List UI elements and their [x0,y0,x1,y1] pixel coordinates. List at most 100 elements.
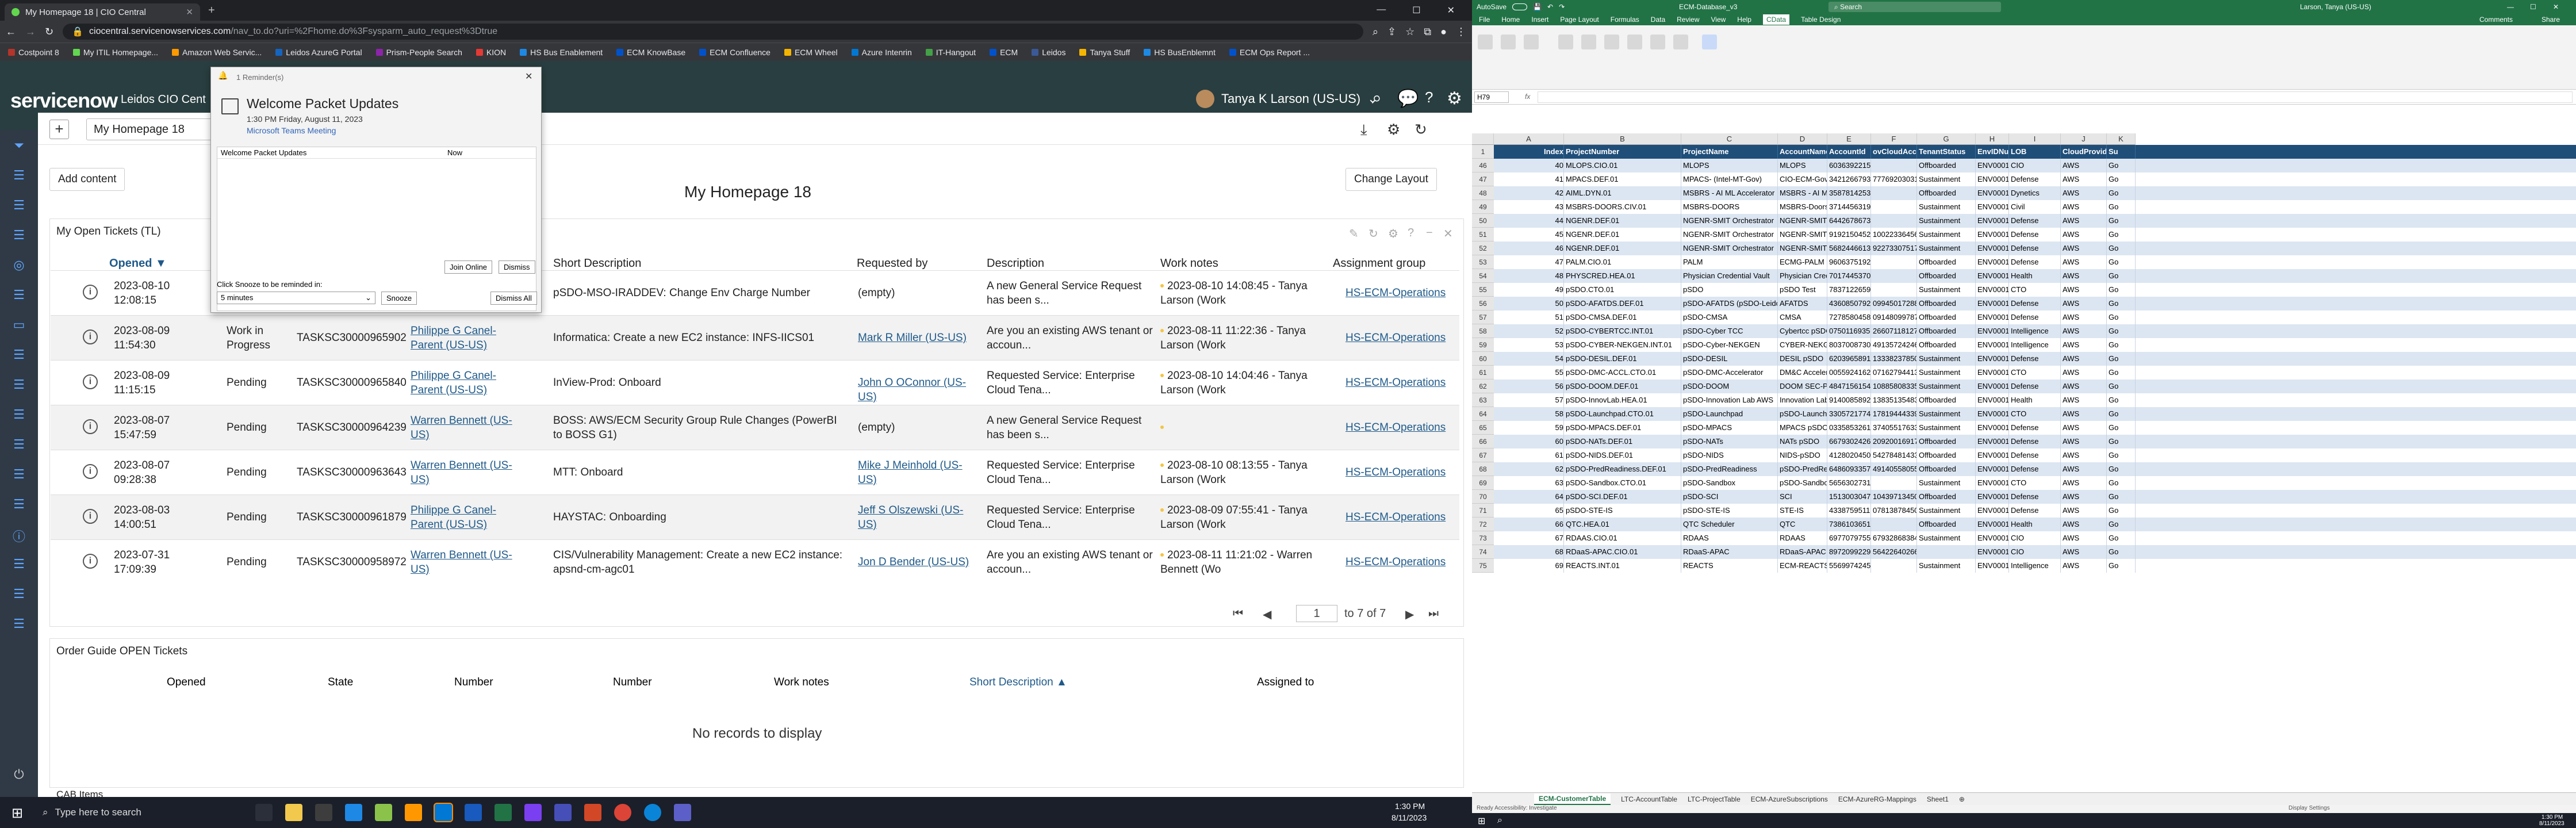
revert-rows-icon[interactable] [1673,34,1688,49]
cell[interactable]: 644267867304 [1827,214,1871,228]
cell[interactable]: 738610365116 [1827,518,1871,531]
cell[interactable]: ovCloudAccou [1871,145,1917,159]
cell[interactable]: ENV0001399 [1976,241,2009,255]
bookmark-item[interactable]: Prism-People Search [375,48,462,57]
file-explorer-icon[interactable] [285,804,302,821]
cell[interactable]: 371445631945 [1827,200,1871,214]
cell[interactable]: 783712265900 [1827,283,1871,297]
cell[interactable]: 56 [1494,379,1564,393]
row-number[interactable]: 68 [1472,462,1494,476]
cell[interactable]: ENV0001436 [1976,255,2009,269]
column-header-work-notes[interactable]: Work notes [774,676,829,689]
cell[interactable]: Civil [2009,200,2061,214]
cell[interactable]: 68 [1494,545,1564,559]
excel-user[interactable]: Larson, Tanya (US-US) [2300,3,2371,11]
column-letter[interactable]: F [1871,133,1917,145]
row-number[interactable]: 50 [1472,214,1494,228]
ribbon-tab-insert[interactable]: Insert [1531,16,1548,24]
homepage-selector[interactable]: My Homepage 18 [86,118,224,140]
cell[interactable]: ENV0001399 [1976,214,2009,228]
cell[interactable]: CIO [2009,531,2061,545]
cell[interactable]: MSBRS - AI ML Accelerator [1681,186,1778,200]
ribbon-tab-view[interactable]: View [1711,16,1726,24]
table-row[interactable]: 65 pSDO-STE-IS pSDO-STE-IS STE-IS 4338759511… [1494,504,2576,518]
cell[interactable]: 266071181277 [1871,324,1917,338]
cell[interactable]: 66 [1494,518,1564,531]
cell[interactable]: Defense [2009,435,2061,448]
info-icon[interactable]: i [83,374,98,389]
cell[interactable]: Sustainment [1917,531,1976,545]
reload-icon[interactable]: ↻ [45,26,53,38]
cell[interactable]: CYBER-NEKGEN pSDO [1778,338,1827,352]
cell[interactable]: pSDO-CMSA [1681,310,1778,324]
cell[interactable]: LOB [2009,145,2061,159]
cell[interactable]: Sustainment [1917,379,1976,393]
cell[interactable]: pSDO-PredReadiness [1681,462,1778,476]
cell[interactable]: Physician Credential Vault [1681,269,1778,283]
servicenow-logo[interactable]: servicenow [10,89,118,113]
cell[interactable]: TenantStatus [1917,145,1976,159]
row-number[interactable]: 61 [1472,366,1494,379]
cell[interactable] [1871,283,1917,297]
table-row[interactable]: i 2023-08-07 15:47:59 Pending TASKSC3000096… [51,405,1459,450]
edit-icon[interactable]: ✎ [1349,227,1359,241]
cell[interactable] [1871,214,1917,228]
cell[interactable]: MSBRS-Doors [1778,200,1827,214]
cell[interactable]: ENV0001488 [1976,407,2009,421]
taskbar-time[interactable]: 1:30 PM [1395,802,1425,811]
row-number[interactable]: 69 [1472,476,1494,490]
row-number[interactable]: 1 [1472,145,1494,159]
cell[interactable]: ENV0001609 [1976,462,2009,476]
cell[interactable]: 67 [1494,531,1564,545]
cell[interactable]: ENV0001587 [1976,518,2009,531]
column-letter[interactable]: G [1917,133,1976,145]
bookmark-item[interactable]: Azure Intenrin [851,48,912,57]
row-number[interactable]: 52 [1472,241,1494,255]
cell[interactable]: Go [2107,531,2136,545]
cell[interactable]: ECM-REACTS [1778,559,1827,573]
cell[interactable]: 342126679330 [1827,172,1871,186]
cell[interactable]: CMSA [1778,310,1827,324]
cell[interactable]: Offboarded [1917,462,1976,476]
cell[interactable] [1871,518,1917,531]
cell[interactable]: Offboarded [1917,518,1976,531]
ribbon-tab-home[interactable]: Home [1501,16,1520,24]
cell[interactable]: 69 [1494,559,1564,573]
column-header-description[interactable]: Description [987,257,1044,270]
cell[interactable]: Offboarded [1917,159,1976,172]
cell[interactable]: pSDO-DESIL.DEF.01 [1564,352,1681,366]
cell[interactable]: DESIL pSDO [1778,352,1827,366]
list-icon[interactable]: ☰ [12,616,26,631]
cell[interactable]: Offboarded [1917,490,1976,504]
cell[interactable]: Go [2107,324,2136,338]
cell[interactable]: pSDO [1681,283,1778,297]
cell[interactable]: pSDO-Cyber-NEKGEN [1681,338,1778,352]
table-row[interactable]: 41 MPACS.DEF.01 MPACS- (Intel-MT-Gov) CIO-E… [1494,172,2576,186]
back-icon[interactable]: ← [6,26,16,38]
gear-icon[interactable]: ⚙ [1387,121,1400,139]
cell[interactable]: Go [2107,462,2136,476]
cell[interactable]: Intelligence [2009,338,2061,352]
cell[interactable]: QTC [1778,518,1827,531]
column-header-number[interactable]: Number [454,676,493,689]
close-widget-icon[interactable]: ✕ [1443,227,1453,241]
bookmark-item[interactable]: HS BusEnblemnt [1144,48,1216,57]
chrome-icon[interactable] [614,804,631,821]
sheet-tab[interactable]: LTC-ProjectTable [1688,795,1741,803]
task-view-icon[interactable] [255,804,273,821]
list-icon[interactable]: ☰ [12,288,26,302]
cell[interactable]: Go [2107,490,2136,504]
cell[interactable]: AWS [2061,172,2107,186]
cell[interactable]: Sustainment [1917,241,1976,255]
cell[interactable]: ENV0001470 [1976,379,2009,393]
cell[interactable]: pSDO-SCI.DEF.01 [1564,490,1681,504]
cell[interactable]: 209200169177 [1871,435,1917,448]
cell-requested-by[interactable]: Mark R Miller (US-US) [858,331,973,345]
cell[interactable]: pSDO-DOOM [1681,379,1778,393]
row-number[interactable]: 66 [1472,435,1494,448]
search-icon[interactable]: ⌕ [1497,815,1502,826]
cell[interactable]: pSDO-DMC-ACCL.CTO.01 [1564,366,1681,379]
cell[interactable]: Offboarded [1917,393,1976,407]
cell[interactable]: MSBRS-DOORS [1681,200,1778,214]
cell[interactable]: Go [2107,435,2136,448]
